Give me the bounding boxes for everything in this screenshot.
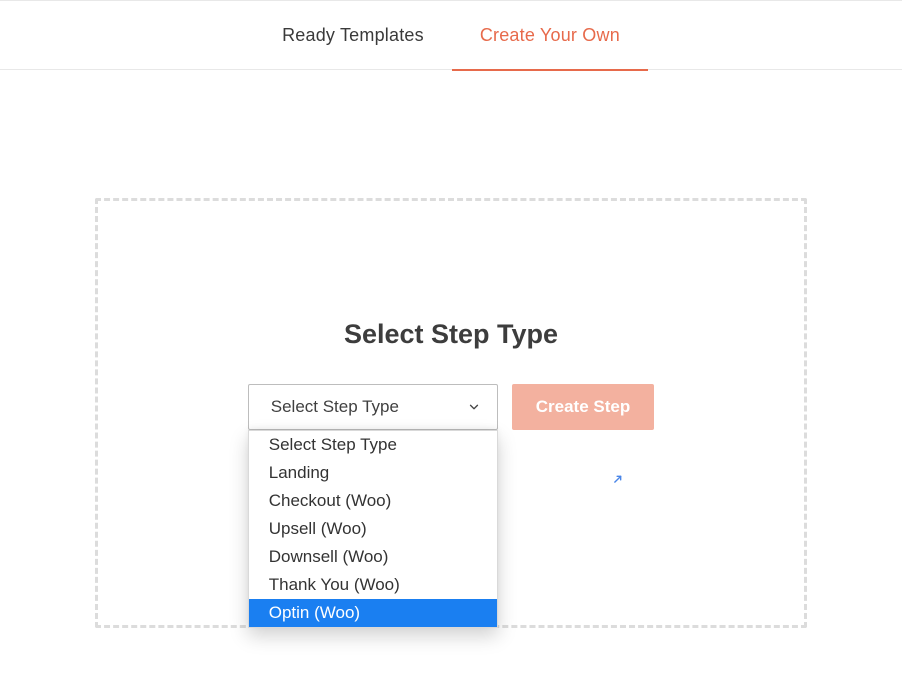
- step-type-option[interactable]: Checkout (Woo): [249, 487, 497, 515]
- step-type-dropdown[interactable]: Select Step TypeLandingCheckout (Woo)Ups…: [248, 430, 498, 628]
- chevron-down-icon: [465, 398, 483, 416]
- create-step-button[interactable]: Create Step: [512, 384, 654, 430]
- create-step-panel: Select Step Type Select Step Type Select…: [95, 198, 807, 628]
- step-type-option[interactable]: Landing: [249, 459, 497, 487]
- step-type-option[interactable]: Downsell (Woo): [249, 543, 497, 571]
- step-type-option[interactable]: Upsell (Woo): [249, 515, 497, 543]
- step-type-selected-label: Select Step Type: [271, 397, 399, 417]
- step-type-select[interactable]: Select Step Type Select Step TypeLanding…: [248, 384, 498, 430]
- step-type-option[interactable]: Thank You (Woo): [249, 571, 497, 599]
- panel-heading: Select Step Type: [98, 319, 804, 350]
- top-tabbar: Ready Templates Create Your Own: [0, 0, 902, 70]
- canvas-area: Select Step Type Select Step Type Select…: [0, 70, 902, 668]
- external-link-icon: [609, 474, 623, 488]
- tab-ready-templates[interactable]: Ready Templates: [254, 1, 452, 71]
- tab-create-your-own[interactable]: Create Your Own: [452, 1, 648, 71]
- step-type-option[interactable]: Select Step Type: [249, 431, 497, 459]
- step-type-option[interactable]: Optin (Woo): [249, 599, 497, 627]
- control-row: Select Step Type Select Step TypeLanding…: [98, 384, 804, 430]
- step-type-select-display[interactable]: Select Step Type: [248, 384, 498, 430]
